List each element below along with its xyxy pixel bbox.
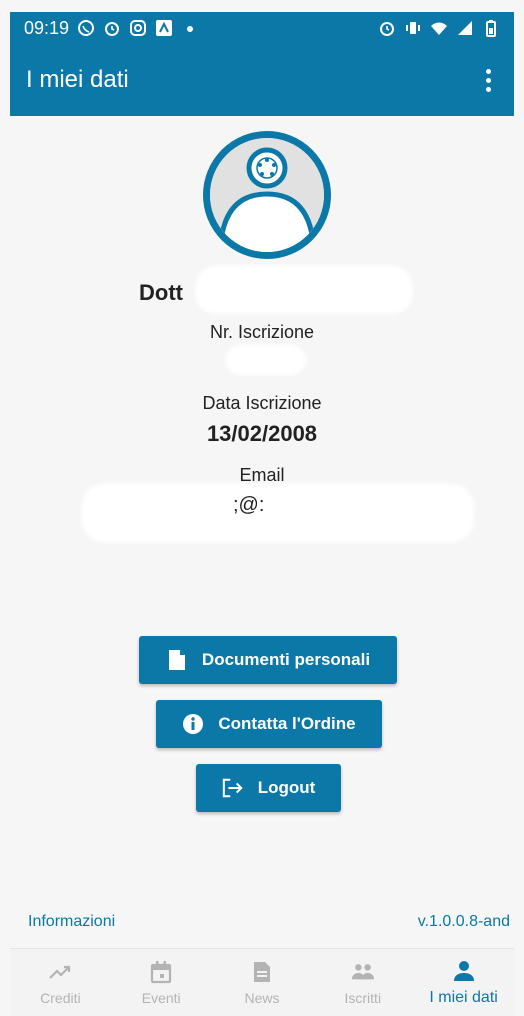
nav-item-crediti[interactable]: Crediti <box>10 949 111 1016</box>
contact-button[interactable]: Contatta l'Ordine <box>156 700 382 748</box>
nav-label: News <box>244 989 280 1006</box>
status-time: 09:19 <box>24 17 70 38</box>
info-icon <box>182 713 204 735</box>
nav-label: Crediti <box>40 989 81 1006</box>
more-vert-icon[interactable] <box>478 62 498 98</box>
nav-label: Eventi <box>141 989 181 1006</box>
redacted-email <box>82 484 474 542</box>
email-label: Email <box>239 465 285 485</box>
page-title: I miei dati <box>26 66 129 93</box>
bottom-navigation: Crediti Eventi News Iscritti I miei dati <box>10 948 514 1016</box>
documents-button[interactable]: Documenti personali <box>139 636 397 684</box>
trending-up-icon <box>48 960 72 984</box>
info-link[interactable]: Informazioni <box>28 913 115 931</box>
logout-button[interactable]: Logout <box>196 764 341 812</box>
dot-icon <box>181 19 199 37</box>
person-icon <box>452 959 476 983</box>
nav-item-iscritti[interactable]: Iscritti <box>312 949 413 1016</box>
nav-item-news[interactable]: News <box>212 949 313 1016</box>
whatsapp-icon <box>77 19 95 37</box>
calendar-icon <box>149 960 173 984</box>
doctor-name-prefix: Dott <box>139 280 183 305</box>
avatar <box>203 131 331 259</box>
alarm-icon <box>378 19 396 37</box>
app-bar: I miei dati <box>10 44 514 116</box>
wifi-icon <box>430 19 448 37</box>
nav-label: Iscritti <box>344 989 382 1006</box>
registration-number-label: Nr. Iscrizione <box>209 322 315 342</box>
redacted-registration-number <box>226 345 306 375</box>
documents-button-label: Documenti personali <box>201 650 371 669</box>
logout-button-label: Logout <box>257 778 316 797</box>
app-icon <box>155 19 173 37</box>
article-icon <box>250 960 274 984</box>
version-label: v.1.0.0.8-and <box>417 913 510 930</box>
alarm-icon <box>103 19 121 37</box>
redacted-name <box>195 266 413 314</box>
registration-date-label: Data Iscrizione <box>202 393 322 413</box>
logout-icon <box>222 777 244 799</box>
vibrate-icon <box>404 19 422 37</box>
instagram-icon <box>129 19 147 37</box>
status-bar: 09:19 <box>10 12 514 44</box>
people-icon <box>351 960 375 984</box>
document-icon <box>166 649 188 671</box>
contact-button-label: Contatta l'Ordine <box>218 714 356 733</box>
nav-item-i-miei-dati[interactable]: I miei dati <box>413 949 514 1016</box>
nav-item-eventi[interactable]: Eventi <box>111 949 212 1016</box>
signal-icon <box>456 19 474 37</box>
battery-icon <box>482 19 500 37</box>
email-value: ;@: <box>233 494 265 516</box>
registration-date-value: 13/02/2008 <box>206 421 318 446</box>
nav-label: I miei dati <box>429 988 498 1006</box>
